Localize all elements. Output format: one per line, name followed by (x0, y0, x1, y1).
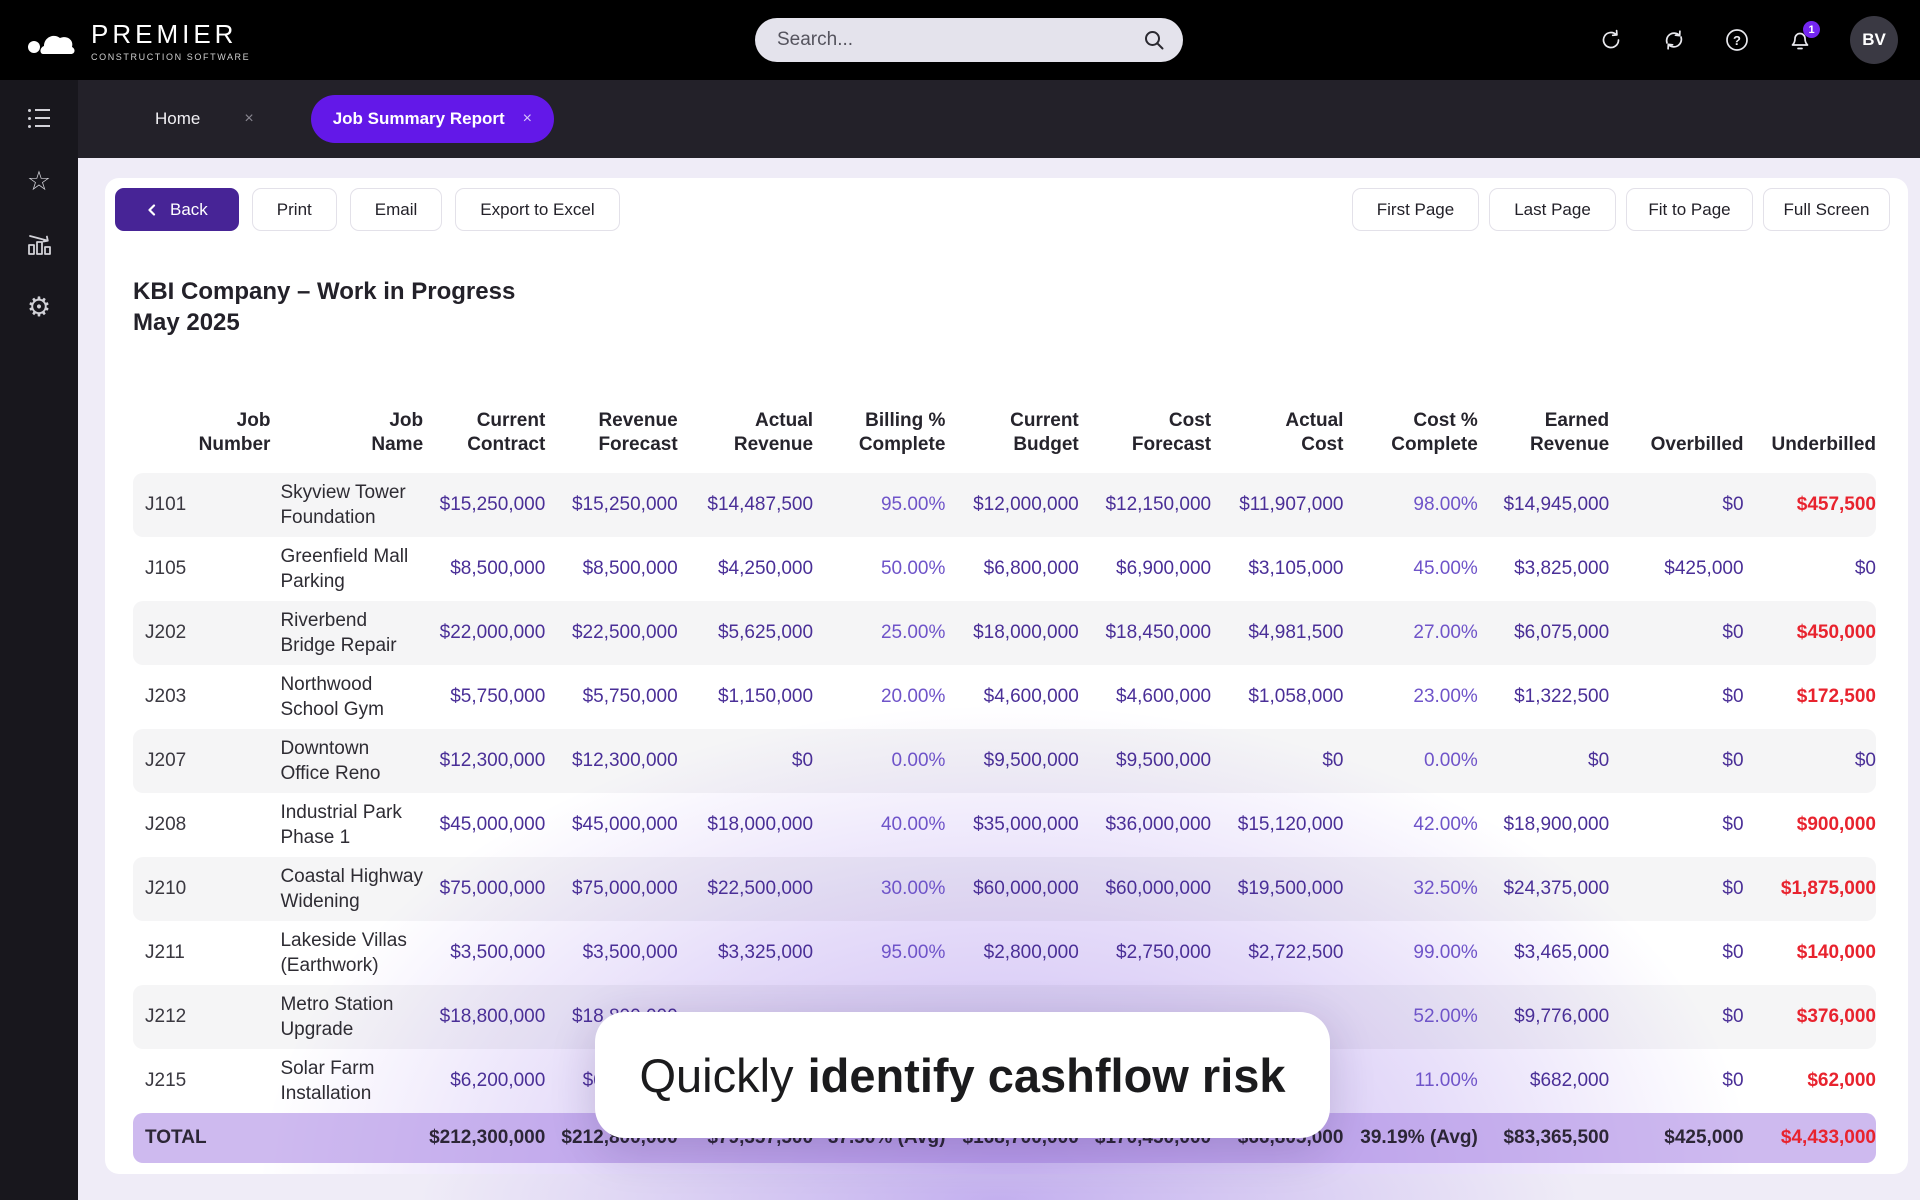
refresh-icon[interactable] (1598, 27, 1624, 53)
col-current-budget: Current Budget (1010, 410, 1079, 455)
reports-chart-icon[interactable] (19, 224, 59, 264)
first-page-button[interactable]: First Page (1352, 188, 1479, 231)
col-current-contract: Current Contract (467, 410, 546, 455)
tab-home-label: Home (155, 109, 201, 128)
table-row: J202 Riverbend Bridge Repair $22,000,000… (133, 601, 1876, 665)
table-row: J203 Northwood School Gym $5,750,000 $5,… (145, 674, 1876, 720)
brand-tagline: CONSTRUCTION SOFTWARE (91, 51, 251, 62)
tab-job-summary-report[interactable]: Job Summary Report × (310, 95, 554, 143)
notification-badge: 1 (1803, 21, 1820, 38)
tab-home[interactable]: Home × (155, 109, 254, 129)
search-input[interactable] (777, 29, 1143, 51)
tab-bar: Home × Job Summary Report × (78, 80, 1920, 158)
table-row: J105 Greenfield Mall Parking $8,500,000 … (145, 546, 1876, 592)
settings-gear-icon[interactable]: ⚙ (19, 287, 59, 327)
caption-text-regular: Quickly (639, 1048, 794, 1102)
back-button[interactable]: Back (115, 188, 239, 231)
chevron-left-icon (148, 203, 156, 216)
report-toolbar: Back Print Email Export to Excel First P… (115, 188, 1890, 231)
col-overbilled: Overbilled (1650, 434, 1744, 455)
col-actual-revenue: Actual Revenue (733, 410, 814, 455)
favorites-star-icon[interactable]: ☆ (19, 161, 59, 201)
tab-active-label: Job Summary Report (332, 109, 505, 128)
col-underbilled: Underbilled (1771, 434, 1876, 455)
col-cost-forecast: Cost Forecast (1131, 410, 1212, 455)
print-button[interactable]: Print (251, 188, 337, 231)
search-icon[interactable] (1143, 29, 1165, 51)
table-header-row: Job Number Job Name Current Contract Revenu… (133, 386, 1876, 473)
col-cost-pct: Cost % Complete (1391, 410, 1478, 455)
cloud-logo-icon (28, 35, 75, 54)
top-bar: PREMIER CONSTRUCTION SOFTWARE ? 1 BV (0, 0, 1920, 80)
total-label: TOTAL (133, 1113, 271, 1163)
full-screen-button[interactable]: Full Screen (1763, 188, 1890, 231)
report-subtitle: May 2025 (133, 309, 240, 336)
fit-to-page-button[interactable]: Fit to Page (1626, 188, 1753, 231)
close-icon[interactable]: × (523, 110, 532, 128)
table-row: J207 Downtown Office Reno $12,300,000 $1… (133, 729, 1876, 793)
sidebar: ☆ ⚙ (0, 80, 78, 1200)
brand-name: PREMIER (91, 18, 238, 49)
table-row: J211 Lakeside Villas (Earthwork) $3,500,… (145, 930, 1876, 976)
search-bar[interactable] (755, 18, 1183, 62)
col-earned-revenue: Earned Revenue (1529, 410, 1610, 455)
close-icon[interactable]: × (244, 110, 253, 128)
notifications-bell-icon[interactable]: 1 (1787, 21, 1820, 53)
col-job-name: Job Name (371, 410, 424, 455)
table-row: J210 Coastal Highway Widening $75,000,00… (133, 857, 1876, 921)
report-title: KBI Company – Work in Progress (133, 278, 516, 305)
col-billing-pct: Billing % Complete (858, 410, 946, 455)
table-row: J101 Skyview Tower Foundation $15,250,00… (133, 473, 1876, 537)
col-actual-cost: Actual Cost (1285, 410, 1344, 455)
caption-overlay: Quickly identify cashflow risk (595, 1012, 1330, 1138)
col-job-number: Job Number (198, 410, 271, 455)
export-to-excel-button[interactable]: Export to Excel (455, 188, 620, 231)
help-icon[interactable]: ? (1724, 27, 1750, 53)
last-page-button[interactable]: Last Page (1489, 188, 1616, 231)
col-revenue-forecast: Revenue Forecast (598, 410, 678, 455)
table-row: J208 Industrial Park Phase 1 $45,000,000… (145, 802, 1876, 848)
app-logo[interactable]: PREMIER CONSTRUCTION SOFTWARE (27, 19, 250, 62)
report-title-block: KBI Company – Work in Progress May 2025 (133, 276, 1908, 338)
menu-list-icon[interactable] (19, 98, 59, 138)
email-button[interactable]: Email (349, 188, 443, 231)
sync-icon[interactable] (1661, 27, 1687, 53)
svg-text:?: ? (1733, 33, 1741, 48)
caption-text-bold: identify cashflow risk (807, 1048, 1286, 1102)
user-avatar[interactable]: BV (1850, 16, 1898, 64)
